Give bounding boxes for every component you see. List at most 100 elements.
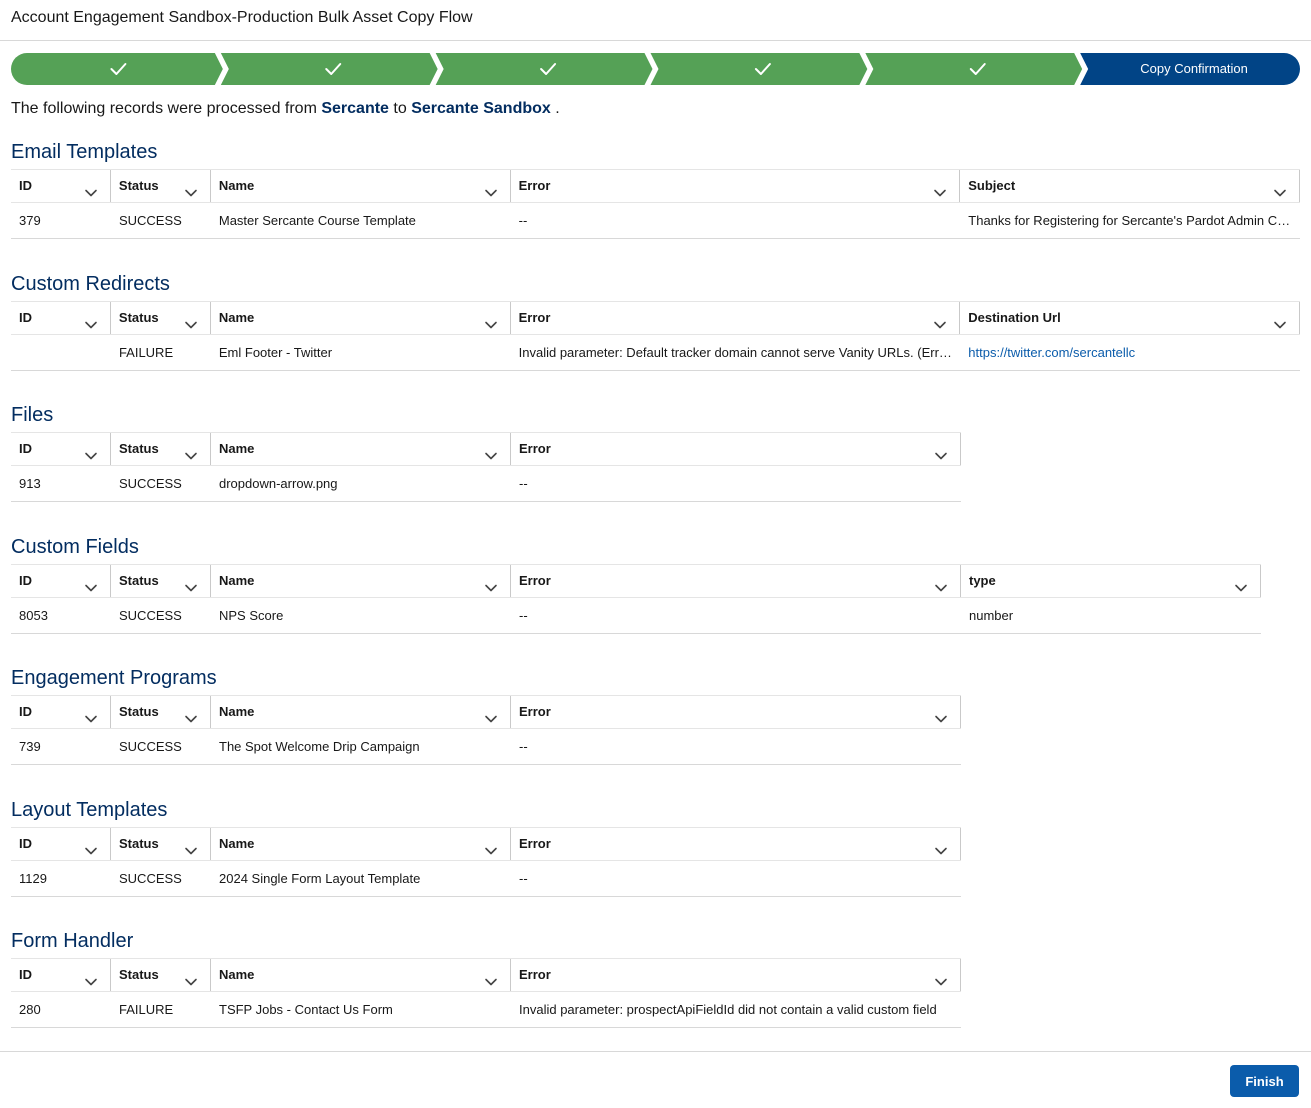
column-header-id[interactable]: ID xyxy=(11,696,111,728)
chevron-down-icon[interactable] xyxy=(1273,180,1287,197)
chevron-down-icon[interactable] xyxy=(184,706,198,723)
cell-status: FAILURE xyxy=(119,1002,174,1017)
chevron-down-icon[interactable] xyxy=(484,180,498,197)
column-header-id[interactable]: ID xyxy=(11,828,111,860)
column-header-name[interactable]: Name xyxy=(211,828,511,860)
table-row: 913 SUCCESS dropdown-arrow.png -- xyxy=(11,466,961,502)
column-header-error[interactable]: Error xyxy=(511,828,961,860)
column-header-id[interactable]: ID xyxy=(11,302,111,334)
column-header-id[interactable]: ID xyxy=(11,959,111,991)
chevron-down-icon[interactable] xyxy=(934,575,948,592)
chevron-down-icon[interactable] xyxy=(84,838,98,855)
path-step-complete[interactable] xyxy=(435,53,653,85)
chevron-down-icon[interactable] xyxy=(184,575,198,592)
target-org: Sercante Sandbox xyxy=(411,100,551,117)
path-step-complete[interactable] xyxy=(650,53,868,85)
chevron-down-icon[interactable] xyxy=(184,838,198,855)
column-header-name[interactable]: Name xyxy=(211,302,511,334)
section-title: Layout Templates xyxy=(11,799,168,821)
column-header-id[interactable]: ID xyxy=(11,565,111,597)
column-header-id[interactable]: ID xyxy=(11,433,111,465)
column-header-id[interactable]: ID xyxy=(11,170,111,202)
column-header-status[interactable]: Status xyxy=(111,170,211,202)
chevron-down-icon[interactable] xyxy=(84,443,98,460)
column-header-type[interactable]: type xyxy=(961,565,1261,597)
column-header-status[interactable]: Status xyxy=(111,565,211,597)
column-header-error[interactable]: Error xyxy=(511,302,961,334)
cell-name: 2024 Single Form Layout Template xyxy=(219,871,421,886)
column-header-status[interactable]: Status xyxy=(111,433,211,465)
chevron-down-icon[interactable] xyxy=(184,312,198,329)
column-header-error[interactable]: Error xyxy=(511,433,961,465)
chevron-down-icon[interactable] xyxy=(934,443,948,460)
cell-status: SUCCESS xyxy=(119,871,182,886)
column-header-name[interactable]: Name xyxy=(211,959,511,991)
section-custom-redirects: Custom Redirects ID Status Name Error De… xyxy=(11,271,1300,371)
chevron-down-icon[interactable] xyxy=(84,575,98,592)
column-header-status[interactable]: Status xyxy=(111,828,211,860)
column-header-error[interactable]: Error xyxy=(511,959,961,991)
cell-error: -- xyxy=(519,476,528,491)
chevron-down-icon[interactable] xyxy=(934,706,948,723)
column-header-name[interactable]: Name xyxy=(211,565,511,597)
chevron-down-icon[interactable] xyxy=(84,969,98,986)
chevron-down-icon[interactable] xyxy=(184,969,198,986)
column-header-status[interactable]: Status xyxy=(111,959,211,991)
column-header-error[interactable]: Error xyxy=(511,565,961,597)
column-header-error[interactable]: Error xyxy=(511,696,961,728)
chevron-down-icon[interactable] xyxy=(484,443,498,460)
path-step-complete[interactable] xyxy=(865,53,1083,85)
section-custom-fields: Custom Fields ID Status Name Error type … xyxy=(11,534,1261,634)
chevron-down-icon[interactable] xyxy=(84,706,98,723)
section-title: Email Templates xyxy=(11,141,158,163)
chevron-down-icon[interactable] xyxy=(184,443,198,460)
table-row: FAILURE Eml Footer - Twitter Invalid par… xyxy=(11,335,1300,371)
chevron-down-icon[interactable] xyxy=(484,312,498,329)
progress-path: Copy Confirmation xyxy=(11,53,1300,85)
form-handler-table: ID Status Name Error 280 FAILURE TSFP Jo… xyxy=(11,958,961,1028)
cell-error: -- xyxy=(519,739,528,754)
cell-id: 8053 xyxy=(19,608,48,623)
chevron-down-icon[interactable] xyxy=(484,838,498,855)
chevron-down-icon[interactable] xyxy=(934,838,948,855)
column-header-status[interactable]: Status xyxy=(111,696,211,728)
column-header-error[interactable]: Error xyxy=(511,170,961,202)
page-title: Account Engagement Sandbox-Production Bu… xyxy=(11,9,473,26)
section-title: Custom Redirects xyxy=(11,273,170,295)
chevron-down-icon[interactable] xyxy=(934,969,948,986)
section-engagement-programs: Engagement Programs ID Status Name Error… xyxy=(11,665,961,765)
column-header-name[interactable]: Name xyxy=(211,170,511,202)
chevron-down-icon[interactable] xyxy=(84,180,98,197)
step-copy-confirmation-label: Copy Confirmation xyxy=(1140,61,1248,76)
chevron-down-icon[interactable] xyxy=(484,575,498,592)
column-header-destination-url[interactable]: Destination Url xyxy=(960,302,1300,334)
chevron-down-icon[interactable] xyxy=(84,312,98,329)
destination-url-link[interactable]: https://twitter.com/sercantellc xyxy=(968,345,1135,360)
chevron-down-icon[interactable] xyxy=(184,180,198,197)
cell-subject: Thanks for Registering for Sercante's Pa… xyxy=(968,213,1301,228)
column-header-name[interactable]: Name xyxy=(211,696,511,728)
column-header-subject[interactable]: Subject xyxy=(960,170,1300,202)
chevron-down-icon[interactable] xyxy=(484,969,498,986)
custom-fields-table: ID Status Name Error type 8053 SUCCESS N… xyxy=(11,564,1261,634)
cell-error: Invalid parameter: Default tracker domai… xyxy=(518,345,961,360)
finish-button[interactable]: Finish xyxy=(1230,1065,1299,1097)
table-header: ID Status Name Error type xyxy=(11,564,1261,598)
table-header: ID Status Name Error xyxy=(11,827,961,861)
chevron-down-icon[interactable] xyxy=(484,706,498,723)
custom-redirects-table: ID Status Name Error Destination Url FAI… xyxy=(11,301,1300,371)
section-email-templates: Email Templates ID Status Name Error Sub… xyxy=(11,139,1300,239)
chevron-down-icon[interactable] xyxy=(1234,575,1248,592)
intro-middle: to xyxy=(388,100,412,117)
path-step-complete[interactable] xyxy=(11,53,223,85)
intro-suffix: . xyxy=(550,100,560,117)
column-header-name[interactable]: Name xyxy=(211,433,511,465)
path-step-complete[interactable] xyxy=(220,53,438,85)
chevron-down-icon[interactable] xyxy=(933,312,947,329)
column-header-status[interactable]: Status xyxy=(111,302,211,334)
table-header: ID Status Name Error xyxy=(11,695,961,729)
cell-status: SUCCESS xyxy=(119,608,182,623)
chevron-down-icon[interactable] xyxy=(933,180,947,197)
cell-error: -- xyxy=(519,608,528,623)
chevron-down-icon[interactable] xyxy=(1273,312,1287,329)
